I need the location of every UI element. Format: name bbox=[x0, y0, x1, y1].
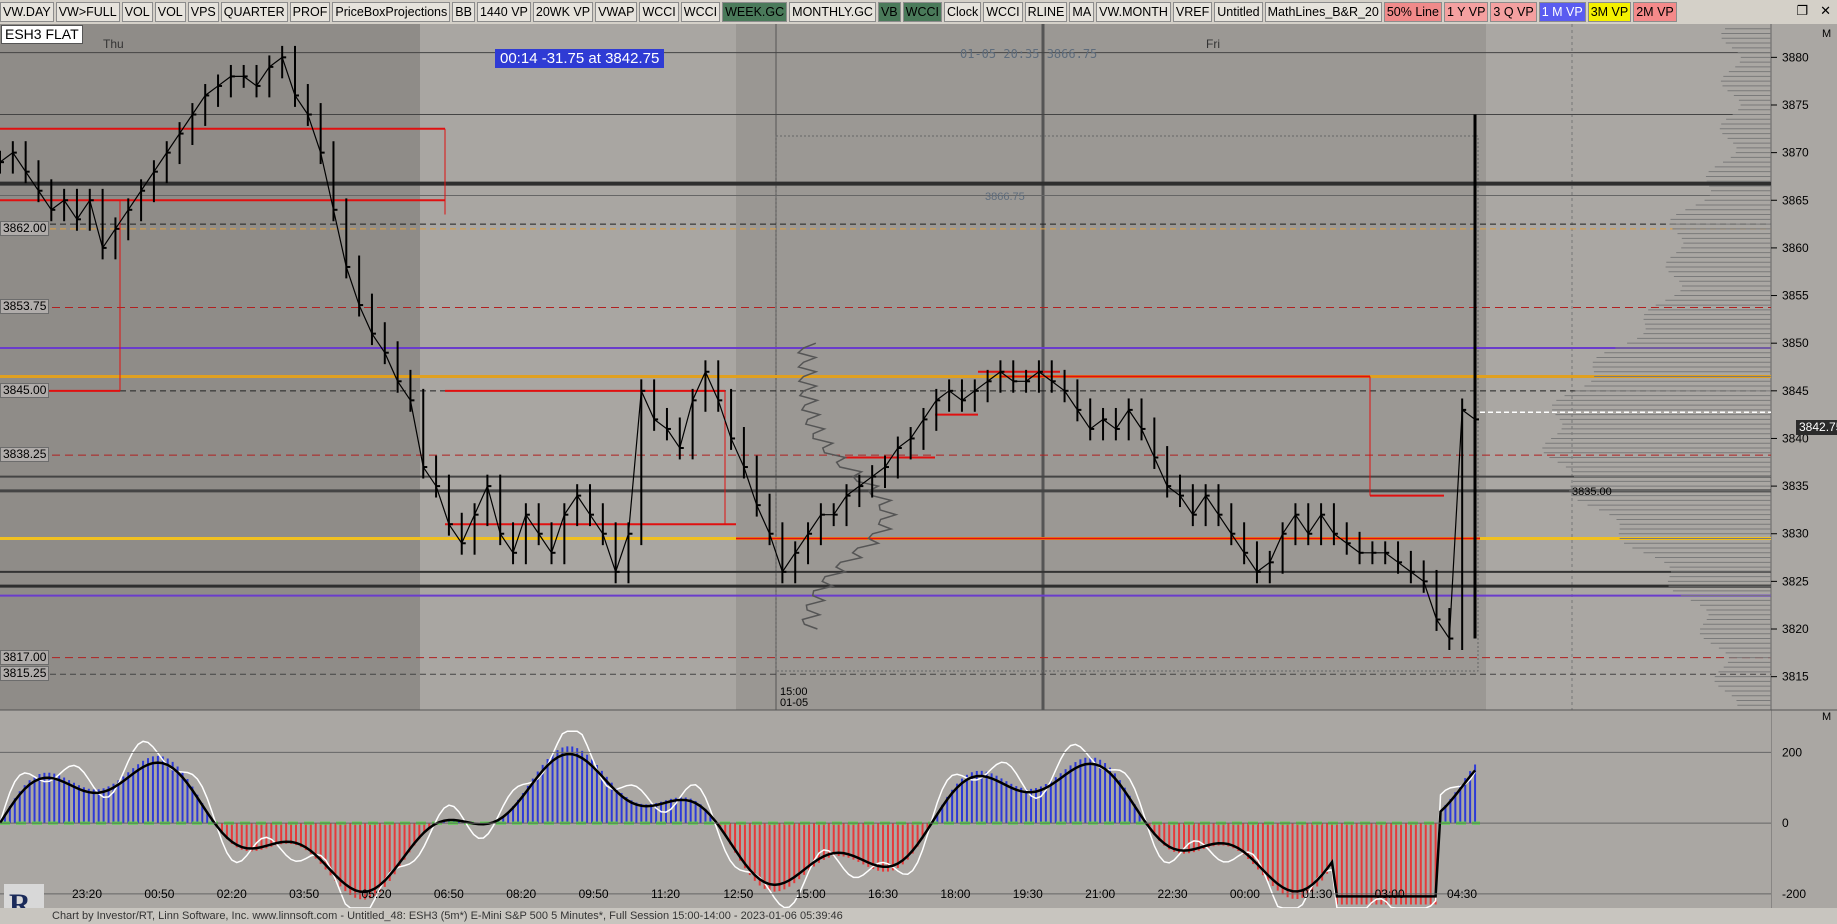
time-tick-label: 19:30 bbox=[1013, 887, 1043, 901]
toolbar-button-1-m-vp[interactable]: 1 M VP bbox=[1538, 2, 1586, 22]
inner-level-label: 3835.00 bbox=[1572, 486, 1612, 498]
toolbar-button-2m-vp[interactable]: 2M VP bbox=[1633, 2, 1677, 22]
time-tick-label: 04:30 bbox=[1447, 887, 1477, 901]
toolbar-button-wcci[interactable]: WCCI bbox=[902, 2, 942, 22]
day-label-fri: Fri bbox=[1206, 37, 1220, 51]
price-tick-label: 3850 bbox=[1782, 336, 1809, 350]
osc-tick-label: 200 bbox=[1782, 745, 1802, 759]
price-tick-label: 3825 bbox=[1782, 574, 1809, 588]
toolbar-button-wcci[interactable]: WCCI bbox=[680, 2, 721, 22]
toolbar-button-wcci[interactable]: WCCI bbox=[639, 2, 679, 22]
status-bar: Chart by Investor/RT, Linn Software, Inc… bbox=[0, 908, 1837, 924]
time-tick-label: 03:50 bbox=[289, 887, 319, 901]
time-tick-label: 18:00 bbox=[940, 887, 970, 901]
toolbar-button-ma[interactable]: MA bbox=[1069, 2, 1095, 22]
toolbar-button-1440-vp[interactable]: 1440 VP bbox=[476, 2, 531, 22]
level-label: 3815.25 bbox=[0, 666, 50, 682]
level-label: 3862.00 bbox=[0, 220, 50, 236]
time-tick-label: 03:00 bbox=[1375, 887, 1405, 901]
toolbar-button-20wk-vp[interactable]: 20WK VP bbox=[532, 2, 594, 22]
restore-icon[interactable]: ❐ bbox=[1796, 3, 1808, 19]
lower-pane-label: M bbox=[1822, 711, 1832, 723]
toolbar-button-vw-full[interactable]: VW>FULL bbox=[55, 2, 120, 22]
toolbar-button-vwap[interactable]: VWAP bbox=[595, 2, 638, 22]
toolbar-button-prof[interactable]: PROF bbox=[289, 2, 331, 22]
day-label-thu: Thu bbox=[103, 37, 124, 51]
osc-tick-label: 0 bbox=[1782, 816, 1789, 830]
price-change-box: 00:14 -31.75 at 3842.75 bbox=[495, 49, 665, 68]
price-tick-label: 3855 bbox=[1782, 289, 1809, 303]
price-chart[interactable]: 3880387538703865386038553850384538403835… bbox=[0, 24, 1837, 908]
close-icon[interactable]: ✕ bbox=[1820, 3, 1831, 19]
level-label: 3817.00 bbox=[0, 649, 50, 665]
price-tick-label: 3815 bbox=[1782, 670, 1809, 684]
toolbar-button-untitled[interactable]: Untitled bbox=[1214, 2, 1263, 22]
time-tick-label: 09:50 bbox=[579, 887, 609, 901]
toolbar-button-vw-month[interactable]: VW.MONTH bbox=[1096, 2, 1171, 22]
time-tick-label: 21:00 bbox=[1085, 887, 1115, 901]
time-tick-label: 02:20 bbox=[217, 887, 247, 901]
current-price-label: 3842.75 bbox=[1796, 420, 1837, 435]
ref-level-label: 3866.75 bbox=[985, 191, 1025, 203]
toolbar-button-quarter[interactable]: QUARTER bbox=[220, 2, 288, 22]
toolbar-button-vw-day[interactable]: VW.DAY bbox=[0, 2, 54, 22]
toolbar-button-vps[interactable]: VPS bbox=[187, 2, 219, 22]
time-tick-label: 01:30 bbox=[1302, 887, 1332, 901]
toolbar-button-vref[interactable]: VREF bbox=[1172, 2, 1213, 22]
toolbar-button-vol[interactable]: VOL bbox=[154, 2, 186, 22]
price-tick-label: 3880 bbox=[1782, 50, 1809, 64]
osc-tick-label: -200 bbox=[1782, 887, 1806, 901]
time-tick-label: 16:30 bbox=[868, 887, 898, 901]
toolbar-button-week-gc[interactable]: WEEK.GC bbox=[722, 2, 788, 22]
time-tick-label: 00:00 bbox=[1230, 887, 1260, 901]
price-tick-label: 3875 bbox=[1782, 98, 1809, 112]
time-tick-label: 15:00 bbox=[796, 887, 826, 901]
time-tick-label: 06:50 bbox=[434, 887, 464, 901]
toolbar-button-50-line[interactable]: 50% Line bbox=[1383, 2, 1442, 22]
toolbar-button-wcci[interactable]: WCCI bbox=[983, 2, 1023, 22]
indicator-toolbar: VW.DAY VW>FULL VOL VOL VPS QUARTER PROF PriceBo… bbox=[0, 0, 1837, 25]
upper-pane-label: M bbox=[1822, 28, 1832, 40]
toolbar-button-rline[interactable]: RLINE bbox=[1024, 2, 1068, 22]
toolbar-button-3-q-vp[interactable]: 3 Q VP bbox=[1490, 2, 1537, 22]
toolbar-button-clock[interactable]: Clock bbox=[943, 2, 982, 22]
level-label: 3853.75 bbox=[0, 299, 50, 315]
time-tick-label: 23:20 bbox=[72, 887, 102, 901]
level-label: 3838.25 bbox=[0, 447, 50, 463]
price-tick-label: 3835 bbox=[1782, 479, 1809, 493]
price-tick-label: 3845 bbox=[1782, 384, 1809, 398]
toolbar-button-vb[interactable]: VB bbox=[877, 2, 901, 22]
time-tick-label: 05:20 bbox=[361, 887, 391, 901]
price-tick-label: 3860 bbox=[1782, 241, 1809, 255]
reference-label: 01-05 20:35 3866.75 bbox=[960, 47, 1098, 61]
time-tick-label: 22:30 bbox=[1158, 887, 1188, 901]
time-tick-label: 08:20 bbox=[506, 887, 536, 901]
price-tick-label: 3870 bbox=[1782, 146, 1809, 160]
price-tick-label: 3820 bbox=[1782, 622, 1809, 636]
time-tick-label: 11:20 bbox=[651, 887, 680, 901]
toolbar-button-bb[interactable]: BB bbox=[452, 2, 475, 22]
toolbar-button-mathlines-b-r-20[interactable]: MathLines_B&R_20 bbox=[1264, 2, 1382, 22]
toolbar-button-3m-vp[interactable]: 3M VP bbox=[1587, 2, 1632, 22]
symbol-label[interactable]: ESH3 FLAT bbox=[1, 25, 83, 44]
price-tick-label: 3830 bbox=[1782, 527, 1809, 541]
window-controls: ❐ ✕ bbox=[1796, 3, 1831, 19]
time-tick-label: 12:50 bbox=[723, 887, 753, 901]
toolbar-button-monthly-gc[interactable]: MONTHLY.GC bbox=[789, 2, 876, 22]
time-tick-label: 00:50 bbox=[144, 887, 174, 901]
toolbar-button-1-y-vp[interactable]: 1 Y VP bbox=[1443, 2, 1489, 22]
toolbar-button-vol[interactable]: VOL bbox=[121, 2, 153, 22]
session-date-label: 01-05 bbox=[780, 697, 809, 709]
level-label: 3845.00 bbox=[0, 382, 50, 398]
toolbar-button-priceboxprojections[interactable]: PriceBoxProjections bbox=[332, 2, 451, 22]
price-tick-label: 3865 bbox=[1782, 193, 1809, 207]
